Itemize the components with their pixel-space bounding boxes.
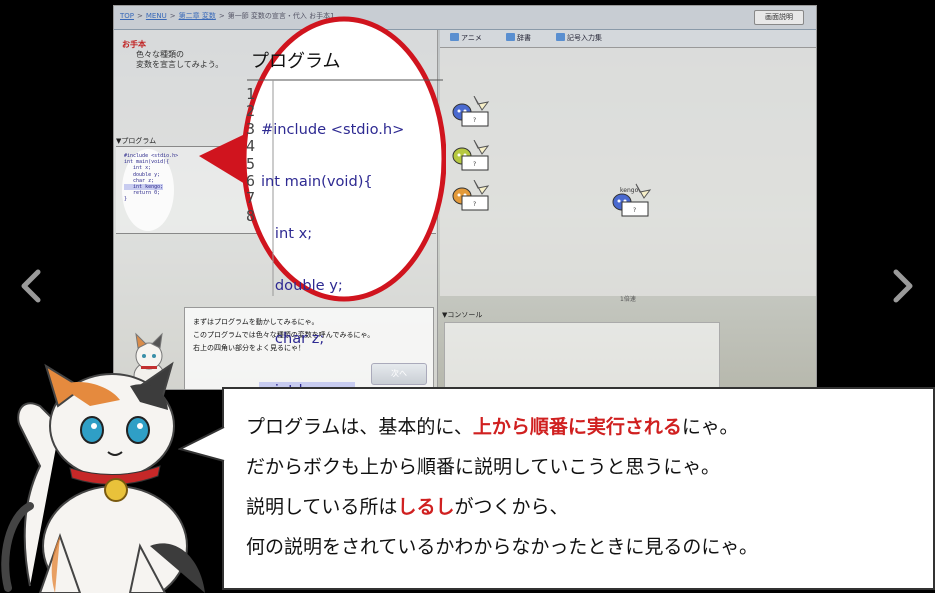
line-number: 4 <box>245 137 255 156</box>
console-label: ▼コンソール <box>442 311 483 319</box>
tab-symbols[interactable]: 記号入力集 <box>556 33 602 43</box>
tab-label: 記号入力集 <box>567 34 602 42</box>
mini-code-line: int kengo; <box>124 184 164 191</box>
mini-code-line: int x; <box>124 165 152 172</box>
code-line: char z; <box>261 329 325 347</box>
mini-code-line: return 0; <box>124 190 161 197</box>
line-numbers: 1 2 3 4 5 6 7 8 <box>241 85 255 225</box>
kengo-robot-icon: kengo ? <box>612 183 652 217</box>
code-line: int x; <box>261 225 313 243</box>
console-output <box>444 322 720 388</box>
breadcrumb-menu[interactable]: MENU <box>146 12 167 20</box>
mini-code-line: char z; <box>124 177 155 184</box>
variable-robot-icon: ? <box>452 96 490 127</box>
code-line: double y; <box>261 277 343 295</box>
bubble-text-segment: がつくから、 <box>454 496 569 518</box>
line-number: 5 <box>245 154 255 173</box>
bubble-line-3: 説明している所はしるしがつくから、 <box>246 487 758 527</box>
robot-value: ? <box>473 117 476 124</box>
keyboard-icon <box>556 33 565 41</box>
magnifier-title: プログラム <box>251 51 341 72</box>
line-number: 2 <box>245 102 255 121</box>
variable-robot-icon: ? <box>452 180 490 211</box>
bubble-text-segment: 説明している所は <box>246 496 398 518</box>
bubble-line-2: だからボクも上から順番に説明していこうと思うにゃ。 <box>246 456 721 478</box>
chevron-right-icon <box>893 269 913 303</box>
emphasis-text: しるし <box>397 496 455 518</box>
tab-dictionary[interactable]: 辞書 <box>506 33 531 43</box>
prev-arrow[interactable] <box>16 266 46 306</box>
right-panel: アニメ 辞書 記号入力集 ? ? ? kengo ? 1倍速 ▼コンソール <box>440 30 816 389</box>
next-arrow[interactable] <box>888 266 918 306</box>
mascot-cat-icon <box>1 361 205 593</box>
code-line: #include <stdio.h> <box>261 120 405 138</box>
mini-code-line: int main(void){ <box>124 159 170 166</box>
breadcrumb-top[interactable]: TOP <box>120 12 134 20</box>
speech-bubble: プログラムは、基本的に、上から順番に実行されるにゃ。 だからボクも上から順番に説… <box>222 387 935 590</box>
variable-robot-icon: ? <box>452 140 490 171</box>
line-number: 1 <box>245 85 255 103</box>
bubble-text-segment: にゃ。 <box>681 416 739 438</box>
emphasis-text: 上から順番に実行される <box>472 416 682 438</box>
chevron-left-icon <box>21 269 41 303</box>
bubble-text: プログラムは、基本的に、上から順番に実行されるにゃ。 だからボクも上から順番に説… <box>246 407 758 567</box>
mini-code-line: #include <stdio.h> <box>124 153 179 159</box>
screen-help-button[interactable]: 画面説明 <box>754 10 804 25</box>
tab-bar: アニメ 辞書 記号入力集 <box>440 30 816 48</box>
bubble-text-segment: プログラムは、基本的に、 <box>246 416 473 438</box>
mini-code-line: } <box>124 196 128 203</box>
line-number: 6 <box>245 171 255 190</box>
mini-code: #include <stdio.h> int main(void){ int x… <box>124 153 178 203</box>
code-line: int main(void){ <box>261 173 373 191</box>
speed-label: 1倍速 <box>620 296 636 303</box>
robot-value: ? <box>473 201 476 208</box>
bubble-line-1: プログラムは、基本的に、上から順番に実行されるにゃ。 <box>246 407 758 447</box>
robot-value: ? <box>473 161 476 168</box>
animation-icon <box>450 33 459 41</box>
book-icon <box>506 33 515 41</box>
tab-label: アニメ <box>461 34 482 42</box>
tab-animation[interactable]: アニメ <box>450 33 482 43</box>
robot-name: kengo <box>620 187 639 194</box>
line-number: 3 <box>245 119 255 138</box>
line-number: 8 <box>245 206 255 225</box>
bubble-line-4: 何の説明をされているかわからなかったときに見るのにゃ。 <box>246 536 759 558</box>
line-number: 7 <box>245 189 255 208</box>
robot-value: ? <box>633 207 636 214</box>
program-section-label: ▼プログラム <box>116 137 157 145</box>
tab-label: 辞書 <box>517 34 531 42</box>
animation-area: ? ? ? kengo ? <box>440 48 816 296</box>
mini-code-line: double y; <box>124 171 161 178</box>
